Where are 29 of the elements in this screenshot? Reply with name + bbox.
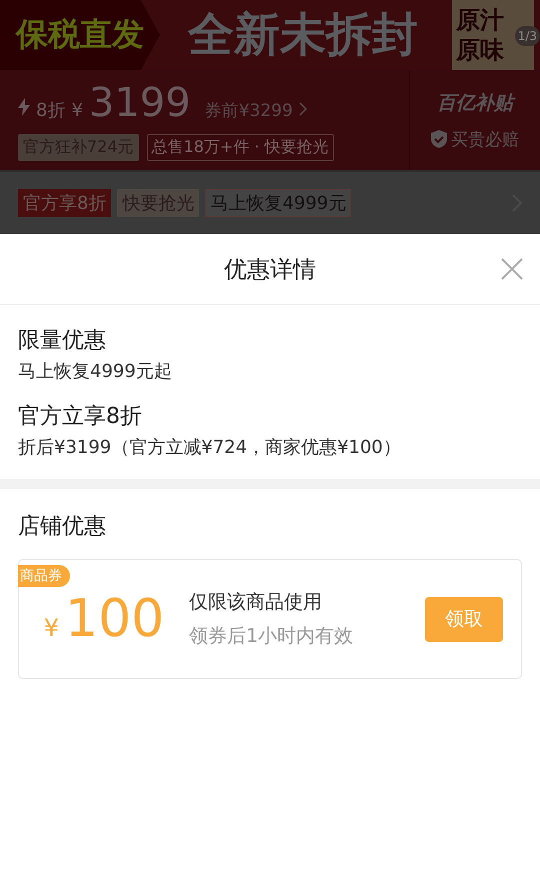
discount-label: 8折 [36,99,66,122]
offer-title: 官方立享8折 [18,403,143,431]
price-tag: 总售18万+件 · 快要抢光 [146,134,334,161]
guarantee-label: 买贵必赔 [451,128,519,150]
price-before-coupon[interactable]: 券前¥3299 [204,99,293,122]
image-counter: 1/3 [514,26,540,46]
shield-check-icon [431,130,447,148]
offer-detail: 折后¥3199（官方立减¥724，商家优惠¥100） [18,436,402,459]
offer-title: 限量优惠 [18,327,107,355]
claim-button[interactable]: 领取 [425,596,503,642]
offer-detail: 马上恢复4999元起 [18,360,173,383]
sheet-title: 优惠详情 [224,256,316,284]
promo-tag: 官方享8折 [18,189,112,217]
coupon-currency: ¥ [44,614,59,642]
chevron-right-icon [298,102,307,116]
subsidy-brand: 百亿补贴 [437,90,513,116]
close-button[interactable] [500,257,524,281]
side-label-text: 原汁 [456,5,504,35]
coupon-validity: 领券后1小时内有效 [189,624,354,649]
coupon-title: 仅限该商品使用 [189,590,323,615]
side-label-text: 原味 [456,35,504,65]
store-section-title: 店铺优惠 [18,513,107,541]
coupon-amount: 100 [65,589,164,649]
price-amount: 3199 [88,80,191,126]
coupon-badge: 商品券 [18,565,70,587]
banner-tag: 保税直发 [0,0,160,70]
currency-sign: ¥ [71,100,83,121]
lightning-icon [18,98,30,116]
banner-headline: 全新未拆封 [188,6,419,63]
